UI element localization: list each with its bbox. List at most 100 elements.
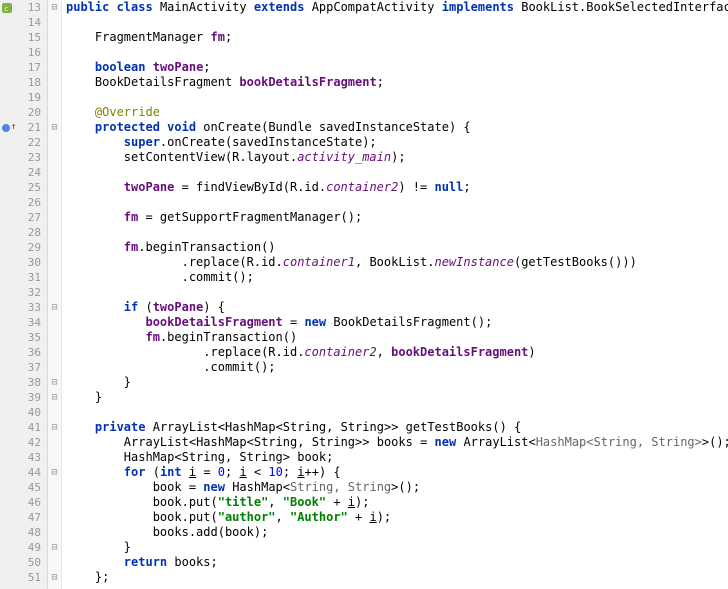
code-line[interactable]: .replace(R.id.container1, BookList.newIn… [66, 255, 728, 270]
line-number[interactable]: 47 [0, 510, 47, 525]
fold-toggle[interactable]: ⊟ [48, 465, 61, 480]
fold-toggle[interactable]: ⊟ [48, 390, 61, 405]
line-number[interactable]: 38 [0, 375, 47, 390]
line-number[interactable]: 51 [0, 570, 47, 585]
fold-toggle[interactable]: ⊟ [48, 300, 61, 315]
fold-toggle[interactable]: ⊟ [48, 570, 61, 585]
code-line[interactable]: book.put("author", "Author" + i); [66, 510, 728, 525]
line-number[interactable]: 14 [0, 15, 47, 30]
code-line[interactable] [66, 90, 728, 105]
navigate-super-icon[interactable]: ↑ [11, 120, 16, 135]
line-number[interactable]: 26 [0, 195, 47, 210]
fold-toggle[interactable]: ⊟ [48, 540, 61, 555]
line-number[interactable]: 43 [0, 450, 47, 465]
code-line[interactable]: } [66, 540, 728, 555]
code-line[interactable]: twoPane = findViewById(R.id.container2) … [66, 180, 728, 195]
code-line[interactable]: FragmentManager fm; [66, 30, 728, 45]
code-line[interactable]: bookDetailsFragment = new BookDetailsFra… [66, 315, 728, 330]
code-line[interactable] [66, 225, 728, 240]
code-line[interactable] [66, 15, 728, 30]
line-number[interactable]: 34 [0, 315, 47, 330]
code-line[interactable]: return books; [66, 555, 728, 570]
code-line[interactable] [66, 45, 728, 60]
line-number[interactable]: 46 [0, 495, 47, 510]
line-number[interactable]: 36 [0, 345, 47, 360]
line-number[interactable]: 31 [0, 270, 47, 285]
code-line[interactable] [66, 405, 728, 420]
code-line[interactable]: } [66, 390, 728, 405]
code-line[interactable]: book.put("title", "Book" + i); [66, 495, 728, 510]
line-number[interactable]: 24 [0, 165, 47, 180]
line-number[interactable]: 23 [0, 150, 47, 165]
fold-toggle[interactable]: ⊟ [48, 120, 61, 135]
line-number-gutter[interactable]: 131415161718192021↑222324252627282930313… [0, 0, 48, 589]
line-number[interactable]: 42 [0, 435, 47, 450]
code-line[interactable]: fm = getSupportFragmentManager(); [66, 210, 728, 225]
line-number[interactable]: 30 [0, 255, 47, 270]
line-number[interactable]: 22 [0, 135, 47, 150]
code-line[interactable]: fm.beginTransaction() [66, 240, 728, 255]
override-icon[interactable] [2, 124, 10, 132]
line-number[interactable]: 50 [0, 555, 47, 570]
code-line[interactable]: boolean twoPane; [66, 60, 728, 75]
code-line[interactable]: setContentView(R.layout.activity_main); [66, 150, 728, 165]
fold-toggle [48, 330, 61, 345]
line-number[interactable]: 48 [0, 525, 47, 540]
code-line[interactable]: books.add(book); [66, 525, 728, 540]
fold-toggle [48, 210, 61, 225]
code-line[interactable]: for (int i = 0; i < 10; i++) { [66, 465, 728, 480]
code-editor[interactable]: public class MainActivity extends AppCom… [62, 0, 728, 589]
fold-toggle[interactable]: ⊟ [48, 420, 61, 435]
code-line[interactable]: } [66, 375, 728, 390]
fold-column[interactable]: ⊟⊟⊟⊟⊟⊟⊟⊟⊟ [48, 0, 62, 589]
code-line[interactable]: book = new HashMap<String, String>(); [66, 480, 728, 495]
line-number[interactable]: 49 [0, 540, 47, 555]
code-line[interactable]: HashMap<String, String> book; [66, 450, 728, 465]
code-line[interactable] [66, 195, 728, 210]
line-number[interactable]: 17 [0, 60, 47, 75]
fold-toggle [48, 480, 61, 495]
line-number[interactable]: 29 [0, 240, 47, 255]
line-number[interactable]: 13 [0, 0, 47, 15]
line-number[interactable]: 35 [0, 330, 47, 345]
line-number[interactable]: 27 [0, 210, 47, 225]
line-number[interactable]: 15 [0, 30, 47, 45]
code-line[interactable]: @Override [66, 105, 728, 120]
code-line[interactable]: }; [66, 570, 728, 585]
line-number[interactable]: 20 [0, 105, 47, 120]
code-line[interactable]: fm.beginTransaction() [66, 330, 728, 345]
line-number[interactable]: 32 [0, 285, 47, 300]
line-number[interactable]: 18 [0, 75, 47, 90]
line-number[interactable]: 28 [0, 225, 47, 240]
fold-toggle[interactable]: ⊟ [48, 375, 61, 390]
line-number[interactable]: 39 [0, 390, 47, 405]
line-number[interactable]: 45 [0, 480, 47, 495]
line-number[interactable]: 37 [0, 360, 47, 375]
code-line[interactable]: public class MainActivity extends AppCom… [66, 0, 728, 15]
line-number[interactable]: 41 [0, 420, 47, 435]
code-line[interactable]: protected void onCreate(Bundle savedInst… [66, 120, 728, 135]
line-number[interactable]: 16 [0, 45, 47, 60]
line-number[interactable]: 25 [0, 180, 47, 195]
fold-toggle [48, 435, 61, 450]
line-number[interactable]: 44 [0, 465, 47, 480]
code-line[interactable]: .commit(); [66, 270, 728, 285]
code-line[interactable] [66, 285, 728, 300]
line-number[interactable]: 19 [0, 90, 47, 105]
code-line[interactable]: if (twoPane) { [66, 300, 728, 315]
code-line[interactable]: ArrayList<HashMap<String, String>> books… [66, 435, 728, 450]
class-icon [2, 3, 12, 13]
code-line[interactable]: super.onCreate(savedInstanceState); [66, 135, 728, 150]
fold-toggle[interactable]: ⊟ [48, 0, 61, 15]
code-line[interactable]: .commit(); [66, 360, 728, 375]
fold-toggle [48, 495, 61, 510]
fold-toggle [48, 270, 61, 285]
fold-toggle [48, 105, 61, 120]
code-line[interactable]: private ArrayList<HashMap<String, String… [66, 420, 728, 435]
line-number[interactable]: 40 [0, 405, 47, 420]
code-line[interactable] [66, 165, 728, 180]
line-number[interactable]: 21↑ [0, 120, 47, 135]
code-line[interactable]: .replace(R.id.container2, bookDetailsFra… [66, 345, 728, 360]
line-number[interactable]: 33 [0, 300, 47, 315]
code-line[interactable]: BookDetailsFragment bookDetailsFragment; [66, 75, 728, 90]
